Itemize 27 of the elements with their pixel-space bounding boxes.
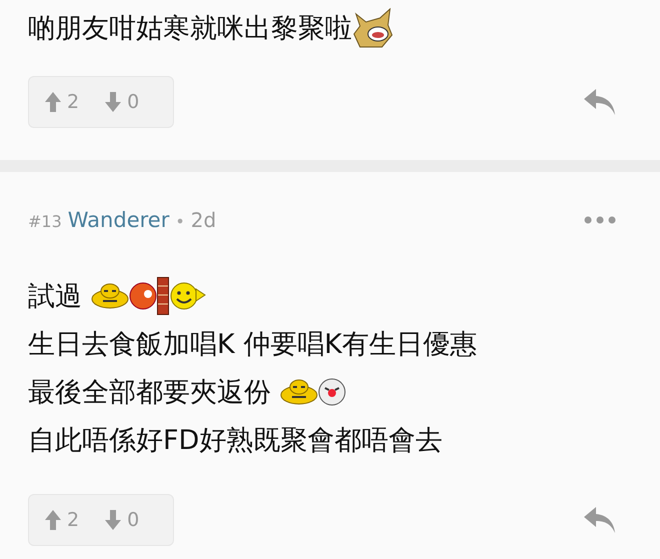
reply-icon[interactable] (584, 507, 616, 533)
brick-column-icon (156, 277, 169, 315)
comment-number: #13 (28, 212, 62, 231)
up-arrow-icon (45, 92, 61, 112)
reply-icon[interactable] (584, 89, 616, 115)
upvote-button[interactable]: 2 (45, 91, 80, 113)
smiley-emoticon-icon (168, 281, 207, 311)
ball-emoticon-icon (128, 282, 157, 310)
down-arrow-icon (105, 92, 122, 112)
comment-text: 啲朋友咁姑寒就咪出黎聚啦 (28, 12, 352, 46)
frog-emoticon-icon (90, 283, 129, 309)
comment-text: 生日去食飯加唱K 仲要唱K有生日優惠 (28, 328, 477, 362)
comment-text: 最後全部都要夾返份 (28, 376, 272, 410)
up-arrow-icon (45, 510, 61, 530)
downvote-button[interactable]: 0 (105, 509, 140, 531)
down-arrow-icon (105, 510, 122, 530)
author-name[interactable]: Wanderer (68, 208, 170, 232)
frog-emoticon-icon (280, 379, 318, 405)
upvote-button[interactable]: 2 (45, 509, 80, 531)
comment-text: 自此唔係好FD好熟既聚會都唔會去 (28, 424, 442, 458)
clown-emoticon-icon (318, 378, 346, 406)
dog-emoticon-icon (352, 8, 394, 48)
separator-dot: • (175, 212, 185, 231)
more-options-icon[interactable] (584, 216, 616, 224)
downvote-button[interactable]: 0 (105, 91, 140, 113)
comment-text: 試過 (28, 280, 83, 314)
comment-age: 2d (190, 208, 216, 232)
